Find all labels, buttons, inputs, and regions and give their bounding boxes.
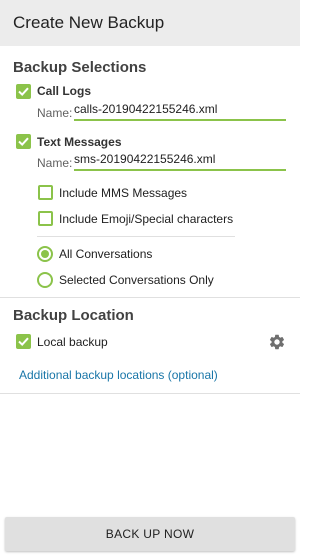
text-messages-label: Text Messages bbox=[37, 135, 122, 149]
local-backup-label: Local backup bbox=[37, 335, 108, 349]
call-logs-checkbox[interactable] bbox=[16, 84, 31, 99]
back-up-now-button[interactable]: BACK UP NOW bbox=[5, 517, 295, 551]
call-logs-label: Call Logs bbox=[37, 84, 92, 98]
all-conversations-radio[interactable] bbox=[37, 246, 53, 262]
include-mms-checkbox[interactable] bbox=[38, 185, 53, 200]
section-divider bbox=[0, 297, 300, 298]
check-icon bbox=[18, 87, 29, 97]
text-messages-name-label: Name: bbox=[37, 156, 73, 170]
call-logs-name-field[interactable] bbox=[74, 101, 286, 121]
backup-selections-title: Backup Selections bbox=[13, 59, 147, 76]
selected-conversations-label: Selected Conversations Only bbox=[59, 273, 214, 287]
include-emoji-label: Include Emoji/Special characters bbox=[59, 212, 234, 226]
text-messages-name-field[interactable] bbox=[74, 151, 286, 171]
radio-selected-dot bbox=[41, 250, 49, 258]
options-divider bbox=[37, 236, 235, 237]
include-emoji-checkbox[interactable] bbox=[38, 211, 53, 226]
all-conversations-label: All Conversations bbox=[59, 247, 153, 261]
include-mms-label: Include MMS Messages bbox=[59, 186, 188, 200]
backup-location-title: Backup Location bbox=[13, 307, 134, 324]
selected-conversations-radio[interactable] bbox=[37, 272, 53, 288]
page-title: Create New Backup bbox=[13, 13, 165, 32]
check-icon bbox=[18, 137, 29, 147]
gear-icon[interactable] bbox=[268, 333, 286, 351]
call-logs-name-label: Name: bbox=[37, 106, 73, 120]
local-backup-checkbox[interactable] bbox=[16, 334, 31, 349]
additional-backup-locations-link[interactable]: Additional backup locations (optional) bbox=[19, 368, 218, 382]
app-header: Create New Backup bbox=[0, 0, 300, 46]
text-messages-checkbox[interactable] bbox=[16, 134, 31, 149]
location-divider bbox=[0, 393, 300, 394]
check-icon bbox=[18, 337, 29, 347]
